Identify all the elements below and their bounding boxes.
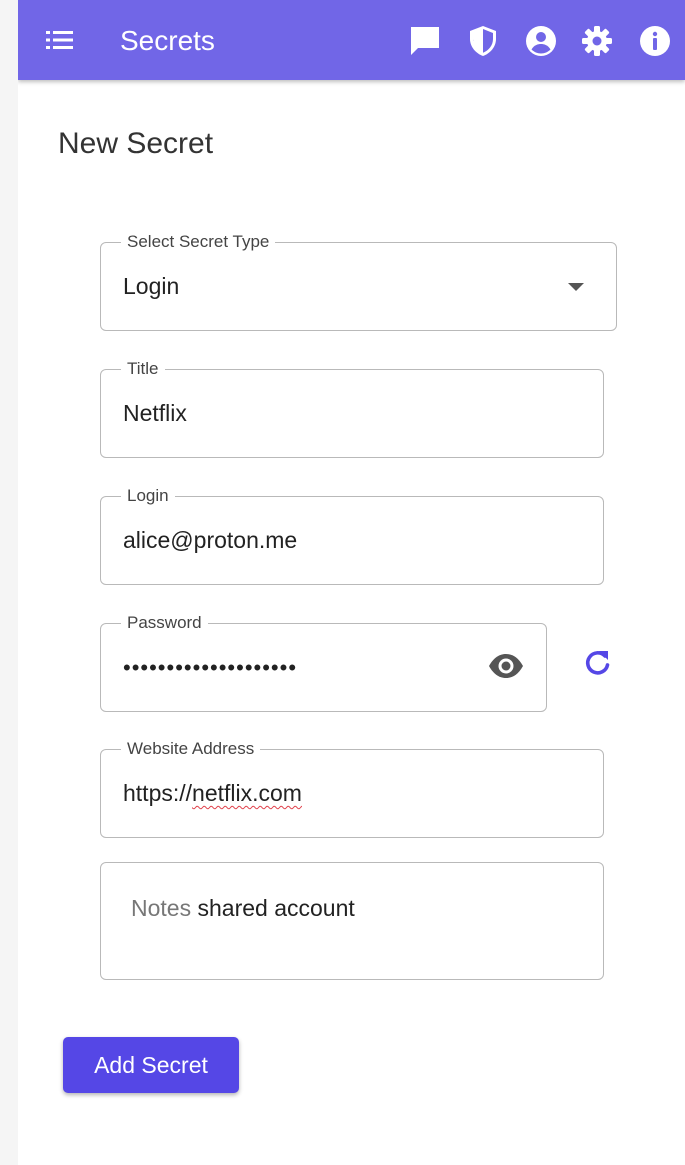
password-value: ••••••••••••••••••••: [123, 655, 298, 680]
gear-icon[interactable]: [580, 24, 614, 58]
login-label: Login: [121, 485, 175, 507]
shield-icon[interactable]: [466, 24, 500, 58]
website-value: https://netflix.com: [123, 778, 302, 808]
account-icon[interactable]: [524, 24, 558, 58]
password-field[interactable]: Password ••••••••••••••••••••: [100, 612, 547, 712]
info-icon[interactable]: [638, 24, 672, 58]
login-value: alice@proton.me: [123, 527, 298, 553]
title-field[interactable]: Title Netflix: [100, 358, 604, 458]
dropdown-arrow-icon[interactable]: [568, 283, 584, 291]
secret-type-label: Select Secret Type: [121, 231, 276, 253]
login-field[interactable]: Login alice@proton.me: [100, 485, 604, 585]
website-field[interactable]: Website Address https://netflix.com: [100, 738, 604, 838]
notes-field[interactable]: Notes shared account: [100, 862, 604, 980]
chat-icon[interactable]: [408, 24, 442, 58]
website-scheme: https://: [123, 780, 193, 806]
app-window: Secrets New Secret Select Secret Type Lo…: [18, 0, 685, 1165]
refresh-icon[interactable]: [581, 647, 613, 679]
notes-value: Notes shared account: [131, 893, 355, 923]
title-label: Title: [121, 358, 165, 380]
website-domain: netflix.com: [192, 780, 302, 806]
menu-icon[interactable]: [46, 28, 74, 52]
secret-type-value: Login: [123, 273, 180, 299]
secret-type-select[interactable]: Select Secret Type Login: [100, 231, 617, 331]
notes-text: shared account: [197, 895, 355, 921]
app-bar: Secrets: [18, 0, 685, 80]
notes-placeholder: Notes: [131, 895, 192, 921]
website-label: Website Address: [121, 738, 261, 760]
password-label: Password: [121, 612, 208, 634]
add-secret-button[interactable]: Add Secret: [63, 1037, 239, 1093]
page-title: New Secret: [58, 127, 214, 160]
title-value: Netflix: [123, 400, 187, 426]
eye-icon[interactable]: [488, 652, 524, 680]
app-title: Secrets: [120, 25, 215, 56]
